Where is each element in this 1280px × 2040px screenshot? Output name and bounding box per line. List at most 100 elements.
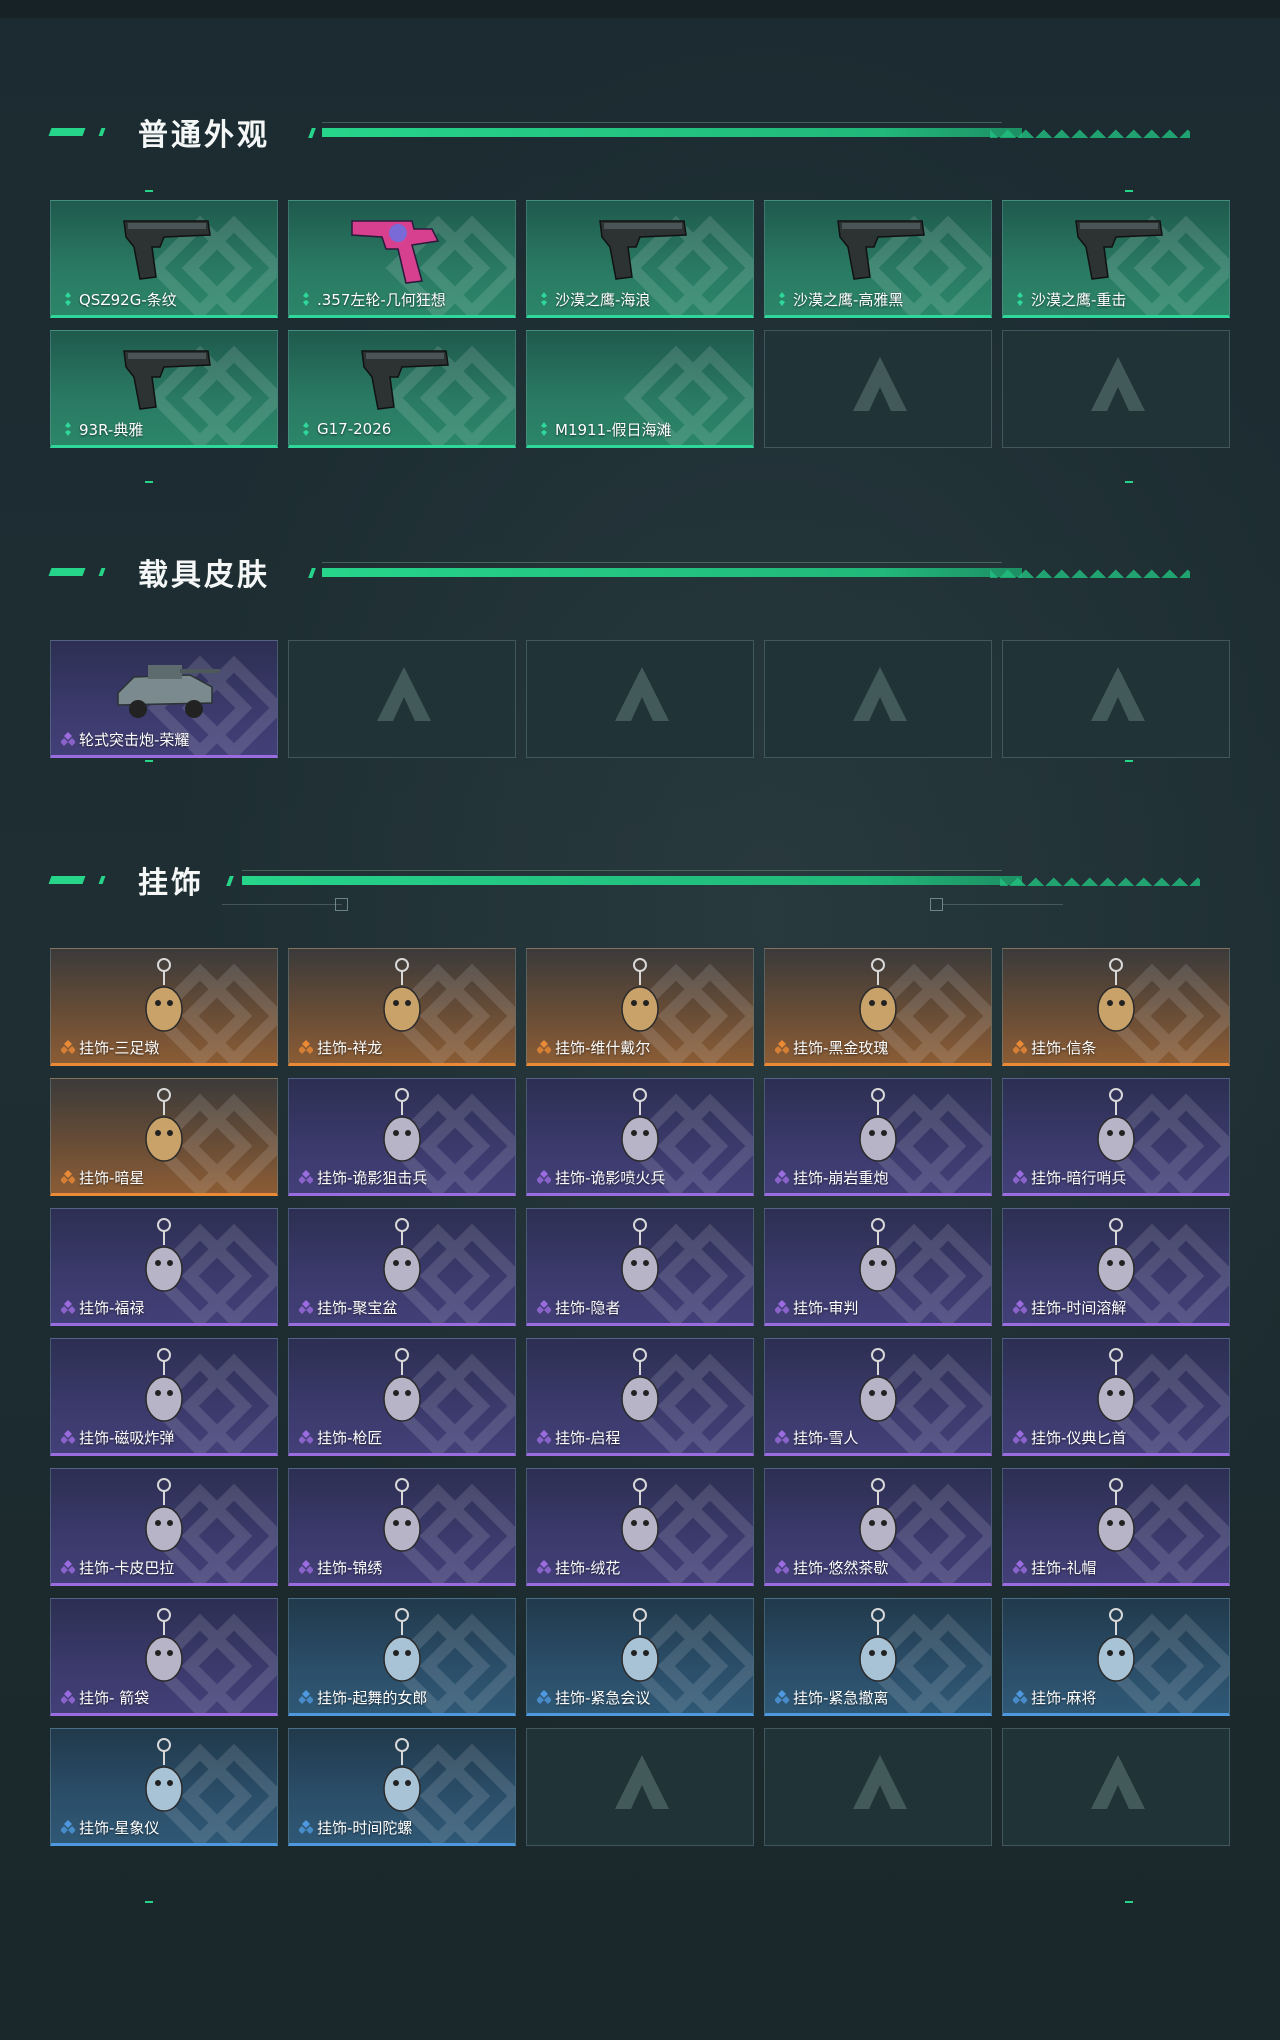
item-label-row: 挂饰- 箭袋 (61, 1687, 149, 1707)
charm-icon (859, 1608, 897, 1682)
item-card[interactable]: 挂饰-信条 (1002, 948, 1230, 1066)
item-name: 挂饰-隐者 (555, 1298, 621, 1317)
pistol-icon (837, 220, 925, 280)
item-card[interactable]: 挂饰-启程 (526, 1338, 754, 1456)
hud-marker (930, 898, 943, 911)
item-name: 挂饰-诡影狙击兵 (317, 1168, 428, 1187)
item-label-row: 挂饰-枪匠 (299, 1427, 382, 1447)
quality-gem-icon (1013, 1690, 1027, 1704)
hud-line (943, 904, 1063, 905)
item-card[interactable]: 挂饰-麻将 (1002, 1598, 1230, 1716)
empty-slot (288, 640, 516, 758)
quality-gem-icon (1013, 1560, 1027, 1574)
item-card[interactable]: 挂饰-磁吸炸弹 (50, 1338, 278, 1456)
item-name: 挂饰-锦绣 (317, 1558, 383, 1577)
item-label-row: 挂饰-信条 (1013, 1037, 1096, 1057)
empty-slot (764, 640, 992, 758)
separator-mark (1125, 760, 1133, 762)
item-card[interactable]: 挂饰-诡影喷火兵 (526, 1078, 754, 1196)
header-accent (308, 568, 316, 578)
section-header: 挂饰 (0, 848, 1280, 908)
item-label-row: 挂饰-时间陀螺 (299, 1817, 412, 1837)
item-card[interactable]: M1911-假日海滩 (526, 330, 754, 448)
item-label-row: 挂饰-启程 (537, 1427, 620, 1447)
item-label-row: 挂饰-麻将 (1013, 1687, 1096, 1707)
placeholder-logo-icon (615, 667, 669, 721)
charm-icon (145, 958, 183, 1032)
quality-gem-icon (775, 1690, 789, 1704)
item-card[interactable]: 挂饰-福禄 (50, 1208, 278, 1326)
item-card[interactable]: 挂饰-星象仪 (50, 1728, 278, 1846)
charm-icon (383, 1218, 421, 1292)
item-card[interactable]: 沙漠之鹰-高雅黑 (764, 200, 992, 318)
item-label-row: 挂饰-隐者 (537, 1297, 620, 1317)
item-name: 挂饰-星象仪 (79, 1818, 160, 1837)
placeholder-logo-icon (1091, 357, 1145, 411)
item-name: 挂饰-启程 (555, 1428, 621, 1447)
quality-gem-icon (299, 1430, 313, 1444)
item-card[interactable]: 沙漠之鹰-重击 (1002, 200, 1230, 318)
quality-gem-icon (779, 292, 785, 306)
item-card[interactable]: 挂饰-审判 (764, 1208, 992, 1326)
item-card[interactable]: 挂饰-仪典匕首 (1002, 1338, 1230, 1456)
item-card[interactable]: .357左轮-几何狂想 (288, 200, 516, 318)
item-card[interactable]: 挂饰-雪人 (764, 1338, 992, 1456)
charm-icon (145, 1218, 183, 1292)
item-card[interactable]: 挂饰-枪匠 (288, 1338, 516, 1456)
item-card[interactable]: 挂饰-三足墩 (50, 948, 278, 1066)
item-card[interactable]: 挂饰-紧急会议 (526, 1598, 754, 1716)
header-accent (308, 128, 316, 138)
item-card[interactable]: G17-2026 (288, 330, 516, 448)
hud-line (222, 904, 342, 905)
item-card[interactable]: 挂饰-悠然茶歇 (764, 1468, 992, 1586)
item-label-row: M1911-假日海滩 (537, 419, 672, 439)
separator-mark (145, 1901, 153, 1903)
item-card[interactable]: 挂饰-礼帽 (1002, 1468, 1230, 1586)
item-name: 挂饰-审判 (793, 1298, 859, 1317)
item-name: QSZ92G-条纹 (79, 290, 177, 309)
item-card[interactable]: 轮式突击炮-荣耀 (50, 640, 278, 758)
pistol-icon (123, 220, 211, 280)
item-name: 挂饰-祥龙 (317, 1038, 383, 1057)
item-name: 挂饰-信条 (1031, 1038, 1097, 1057)
item-card[interactable]: 挂饰-时间溶解 (1002, 1208, 1230, 1326)
item-name: 沙漠之鹰-海浪 (555, 290, 651, 309)
item-name: 挂饰-黑金玫瑰 (793, 1038, 889, 1057)
item-card[interactable]: 挂饰-锦绣 (288, 1468, 516, 1586)
header-accent (98, 568, 106, 576)
item-card[interactable]: 挂饰-隐者 (526, 1208, 754, 1326)
quality-gem-icon (775, 1560, 789, 1574)
item-card[interactable]: 挂饰- 箭袋 (50, 1598, 278, 1716)
item-card[interactable]: 挂饰-祥龙 (288, 948, 516, 1066)
item-card[interactable]: 93R-典雅 (50, 330, 278, 448)
item-card[interactable]: 挂饰-紧急撤离 (764, 1598, 992, 1716)
empty-slot (1002, 1728, 1230, 1846)
item-card[interactable]: 挂饰-黑金玫瑰 (764, 948, 992, 1066)
quality-gem-icon (61, 732, 75, 746)
quality-gem-icon (299, 1690, 313, 1704)
item-card[interactable]: 挂饰-维什戴尔 (526, 948, 754, 1066)
item-card[interactable]: 挂饰-崩岩重炮 (764, 1078, 992, 1196)
item-name: 挂饰- 箭袋 (79, 1688, 150, 1707)
item-card[interactable]: 挂饰-卡皮巴拉 (50, 1468, 278, 1586)
item-name: 轮式突击炮-荣耀 (79, 730, 190, 749)
header-bar (322, 568, 1022, 577)
item-card[interactable]: 沙漠之鹰-海浪 (526, 200, 754, 318)
item-name: 挂饰-绒花 (555, 1558, 621, 1577)
item-card[interactable]: QSZ92G-条纹 (50, 200, 278, 318)
item-card[interactable]: 挂饰-起舞的女郎 (288, 1598, 516, 1716)
item-card[interactable]: 挂饰-时间陀螺 (288, 1728, 516, 1846)
quality-gem-icon (65, 292, 71, 306)
placeholder-logo-icon (377, 667, 431, 721)
quality-gem-icon (1017, 292, 1023, 306)
header-checker (1000, 870, 1200, 886)
quality-gem-icon (775, 1170, 789, 1184)
item-card[interactable]: 挂饰-暗星 (50, 1078, 278, 1196)
item-name: 挂饰-卡皮巴拉 (79, 1558, 175, 1577)
item-card[interactable]: 挂饰-绒花 (526, 1468, 754, 1586)
item-card[interactable]: 挂饰-诡影狙击兵 (288, 1078, 516, 1196)
item-card[interactable]: 挂饰-聚宝盆 (288, 1208, 516, 1326)
charm-icon (383, 1348, 421, 1422)
item-card[interactable]: 挂饰-暗行哨兵 (1002, 1078, 1230, 1196)
quality-gem-icon (775, 1040, 789, 1054)
